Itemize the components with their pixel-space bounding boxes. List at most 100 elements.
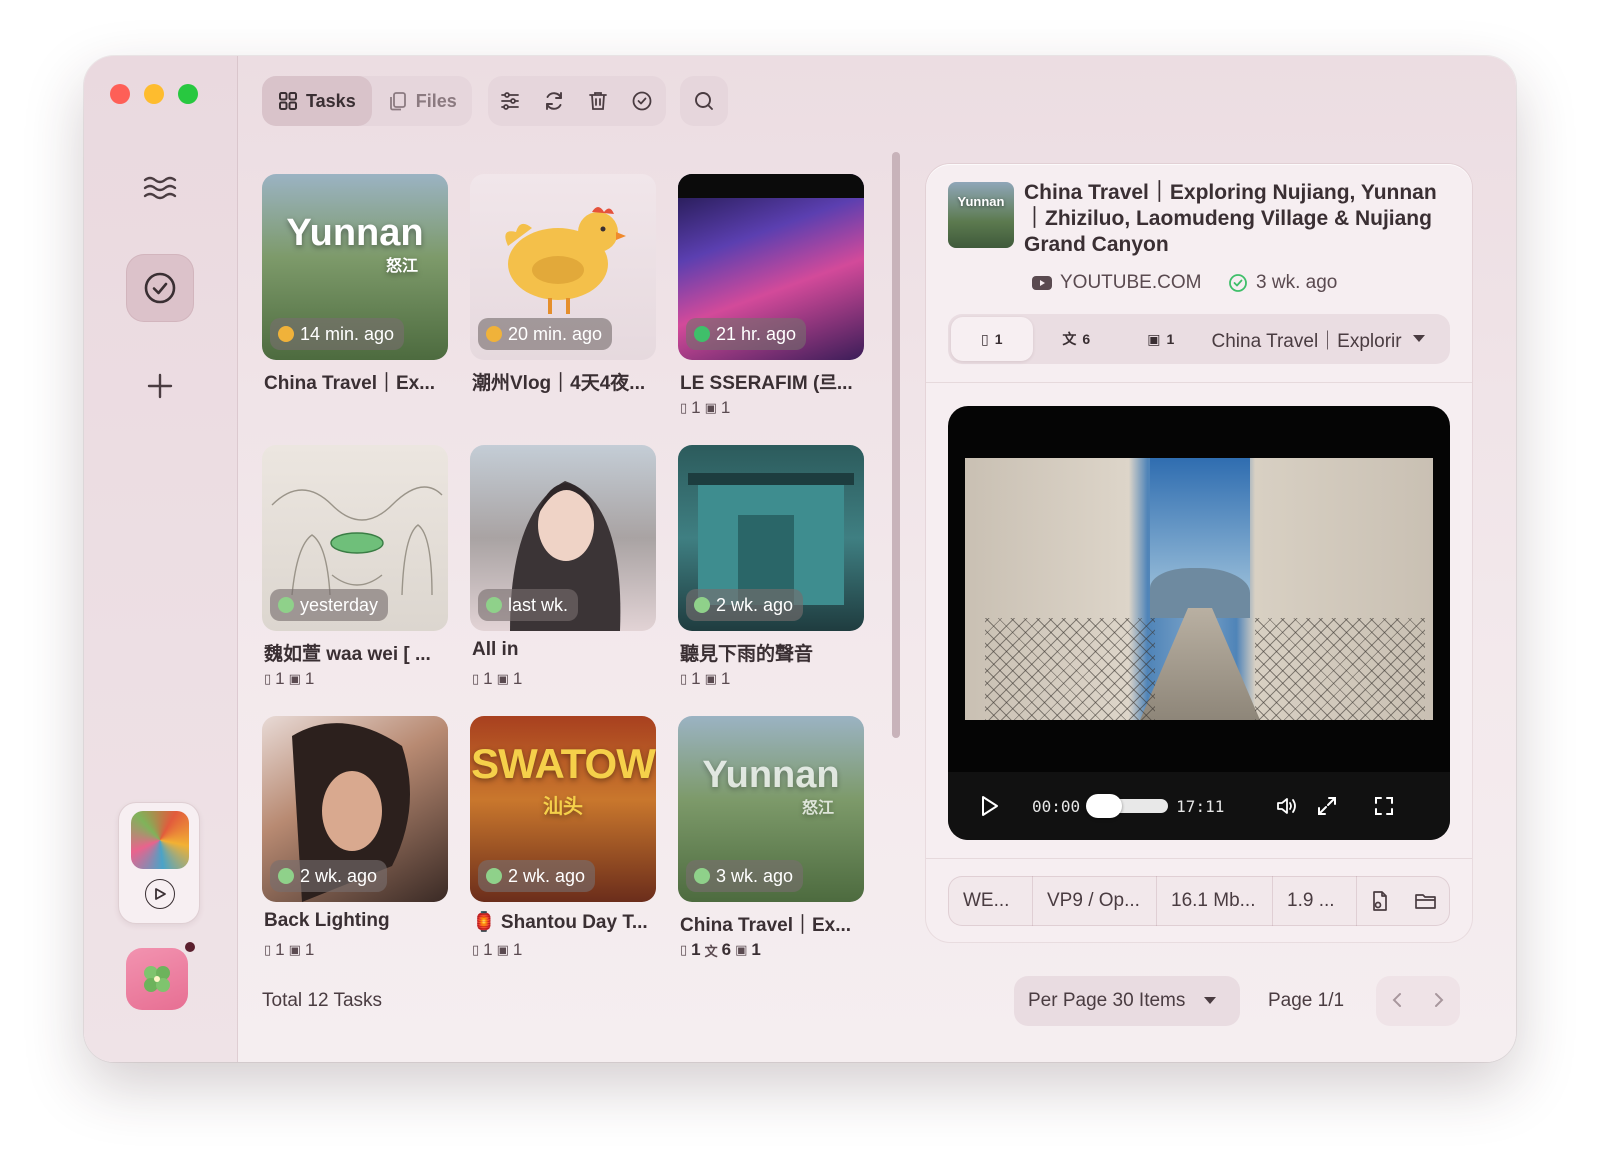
time-badge: 21 hr. ago xyxy=(686,318,807,350)
meta-count: 1 xyxy=(275,669,285,688)
meta-count: 1 xyxy=(691,940,701,959)
prev-page-button[interactable] xyxy=(1392,988,1402,1014)
select-button[interactable] xyxy=(620,76,664,126)
status-dot xyxy=(694,326,710,342)
seek-slider[interactable] xyxy=(1086,794,1169,818)
task-card[interactable]: last wk. All in ▯ 1 ▣ 1 xyxy=(470,445,656,695)
chevron-down-icon xyxy=(1412,335,1425,342)
delete-button[interactable] xyxy=(576,76,620,126)
zoom-window-button[interactable] xyxy=(178,84,198,104)
task-title: 聽見下雨的聲音 xyxy=(680,644,814,665)
info-format[interactable]: WE... xyxy=(949,876,1033,926)
tab-tasks[interactable]: Tasks xyxy=(262,76,372,126)
play-button[interactable] xyxy=(948,795,1032,817)
updated-label: 3 wk. ago xyxy=(1256,272,1338,293)
search-button[interactable] xyxy=(680,76,728,126)
total-tasks: Total 12 Tasks xyxy=(262,990,383,1011)
export-file-button[interactable] xyxy=(1357,876,1403,926)
task-thumbnail: last wk. xyxy=(470,445,656,631)
task-card[interactable]: Yunnan 怒江 14 min. ago China Travel｜Ex... xyxy=(262,174,448,424)
video-player[interactable]: 00:00 17:11 xyxy=(948,406,1450,840)
tab-subtitles[interactable]: ▯ 1 xyxy=(951,317,1033,361)
image-icon: ▣ xyxy=(1147,330,1161,347)
media-info-bar: WE... VP9 / Op... 16.1 Mb... 1.9 ... xyxy=(948,876,1450,926)
subtitle-file-icon: ▯ xyxy=(980,330,989,347)
task-thumbnail: 2 wk. ago xyxy=(262,716,448,902)
task-card[interactable]: 20 min. ago 潮州Vlog｜4天4夜... xyxy=(470,174,656,424)
refresh-icon xyxy=(546,92,562,110)
task-meta: ▯ 1 ▣ 1 xyxy=(264,669,314,689)
minimize-window-button[interactable] xyxy=(144,84,164,104)
subtitle-file-icon: ▯ xyxy=(264,671,272,686)
info-codec[interactable]: VP9 / Op... xyxy=(1033,876,1157,926)
subtitle-file-icon: ▯ xyxy=(680,671,688,686)
time-badge: 2 wk. ago xyxy=(270,860,388,892)
seek-knob[interactable] xyxy=(1086,794,1123,818)
task-card[interactable]: 2 wk. ago 聽見下雨的聲音 ▯ 1 ▣ 1 xyxy=(678,445,864,695)
grid-scrollbar[interactable] xyxy=(892,152,900,738)
notification-dot xyxy=(185,942,195,952)
sidebar-add-button[interactable] xyxy=(126,352,194,420)
task-card[interactable]: Yunnan 怒江 3 wk. ago China Travel｜Ex... ▯… xyxy=(678,716,864,966)
video-fence-right xyxy=(1255,618,1425,720)
pip-button[interactable] xyxy=(1298,796,1356,816)
task-thumbnail: Yunnan 怒江 3 wk. ago xyxy=(678,716,864,902)
app-logo[interactable] xyxy=(126,948,188,1010)
mini-player[interactable] xyxy=(118,802,200,924)
task-thumbnail: 2 wk. ago xyxy=(678,445,864,631)
trash-icon xyxy=(589,92,607,110)
sidebar-waves-button[interactable] xyxy=(126,154,194,222)
task-title: China Travel｜Ex... xyxy=(264,373,436,394)
meta-count: 1 xyxy=(720,669,731,688)
view-switcher: Tasks Files xyxy=(262,76,472,126)
video-frame xyxy=(965,458,1433,720)
letterbox xyxy=(678,174,864,198)
time-label: 2 wk. ago xyxy=(508,865,586,886)
tab-files-label: Files xyxy=(415,90,457,111)
task-title: All in xyxy=(472,639,519,660)
tab-tasks-label: Tasks xyxy=(306,90,356,111)
close-window-button[interactable] xyxy=(110,84,130,104)
meta-count: 1 xyxy=(304,940,315,959)
filter-button[interactable] xyxy=(488,76,532,126)
translate-icon: 文 xyxy=(1062,331,1077,347)
expand-icon xyxy=(1318,797,1337,815)
task-card[interactable]: SWATOW 汕头 2 wk. ago 🏮 Shantou Day T... ▯… xyxy=(470,716,656,966)
sidebar-tasks-button[interactable] xyxy=(126,254,194,322)
duration: 17:11 xyxy=(1176,796,1225,816)
subtitle-file-icon: ▯ xyxy=(472,671,480,686)
next-page-button[interactable] xyxy=(1434,988,1444,1014)
tab-files[interactable]: Files xyxy=(372,76,473,126)
task-card[interactable]: yesterday 魏如萱 waa wei [ ... ▯ 1 ▣ 1 xyxy=(262,445,448,695)
current-time: 00:00 xyxy=(1032,796,1081,816)
meta-count: 1 xyxy=(275,940,285,959)
open-folder-button[interactable] xyxy=(1403,876,1449,926)
video-walkway xyxy=(1140,608,1260,720)
grid-icon xyxy=(279,92,297,110)
info-size[interactable]: 16.1 Mb... xyxy=(1157,876,1273,926)
tab-images[interactable]: ▣ 1 xyxy=(1120,317,1202,361)
task-card[interactable]: 2 wk. ago Back Lighting ▯ 1 ▣ 1 xyxy=(262,716,448,966)
thumbnail-title: Yunnan xyxy=(702,754,840,796)
status-dot xyxy=(486,868,502,884)
volume-button[interactable] xyxy=(1224,796,1298,816)
fullscreen-icon xyxy=(1375,797,1394,815)
refresh-button[interactable] xyxy=(532,76,576,126)
file-select[interactable]: China Travel｜Explorir xyxy=(1212,326,1451,353)
mini-player-play-button[interactable] xyxy=(145,879,175,909)
meta-count: 1 xyxy=(720,398,731,417)
info-bitrate[interactable]: 1.9 ... xyxy=(1273,876,1357,926)
meta-count: 1 xyxy=(512,940,523,959)
subtitle-file-icon: ▯ xyxy=(264,942,272,957)
fullscreen-button[interactable] xyxy=(1356,796,1412,816)
meta-count: 6 xyxy=(721,940,732,959)
per-page-select[interactable]: Per Page 30 Items xyxy=(1014,976,1240,1026)
detail-source[interactable]: YOUTUBE.COM xyxy=(1032,272,1201,294)
pager xyxy=(1376,976,1460,1026)
task-card[interactable]: 21 hr. ago LE SSERAFIM (르... ▯ 1 ▣ 1 xyxy=(678,174,864,424)
task-title: 🏮 Shantou Day T... xyxy=(472,912,648,933)
status-dot xyxy=(486,326,502,342)
task-meta: ▯ 1 ▣ 1 xyxy=(680,398,730,418)
tab-translations[interactable]: 文6 xyxy=(1036,317,1118,361)
time-badge: 14 min. ago xyxy=(270,318,405,350)
